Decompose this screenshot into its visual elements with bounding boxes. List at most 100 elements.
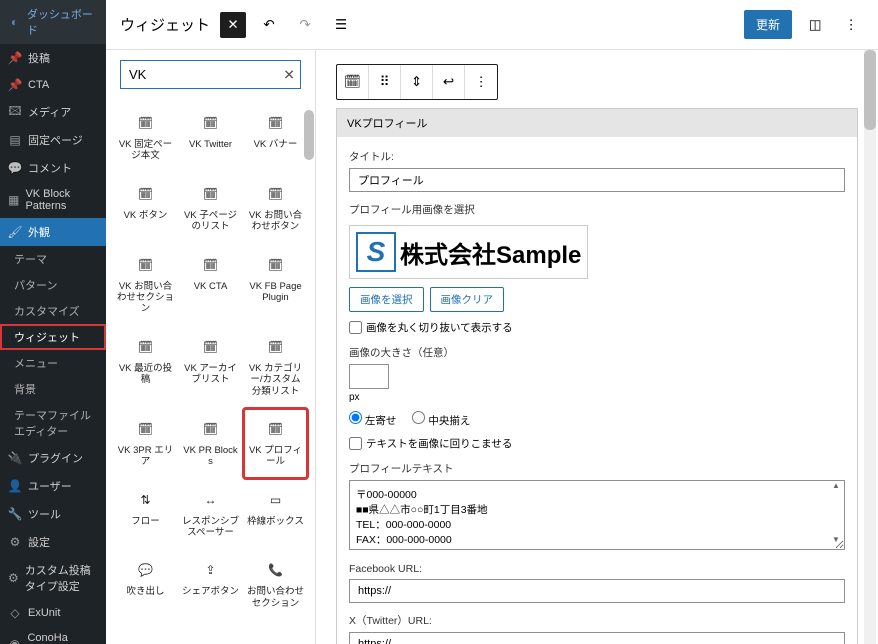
list-view-button[interactable]: ☰ bbox=[328, 12, 354, 38]
block-label: VK ボタン bbox=[124, 210, 168, 221]
twitter-url-input[interactable] bbox=[349, 632, 845, 644]
sidebar-sub-theme[interactable]: テーマ bbox=[0, 246, 106, 272]
textarea-scrollbar[interactable]: ▲▼ bbox=[829, 482, 843, 544]
grid-icon: ▦ bbox=[8, 193, 19, 207]
block-item[interactable]: ⇅フロー bbox=[114, 480, 177, 549]
align-center-radio[interactable] bbox=[412, 411, 425, 424]
block-inserter: ✕ 🗓VK 固定ページ本文🗓VK Twitter🗓VK バナー🗓VK ボタン🗓V… bbox=[106, 50, 316, 644]
block-label: VK FB Page Plugin bbox=[246, 281, 305, 304]
px-label: px bbox=[349, 392, 360, 403]
block-label: VK PR Blocks bbox=[181, 445, 240, 468]
sidebar-item-dashboard[interactable]: ◐ダッシュボード bbox=[0, 0, 106, 44]
round-image-checkbox[interactable] bbox=[349, 321, 362, 334]
select-image-button[interactable]: 画像を選択 bbox=[349, 287, 424, 312]
block-label: 枠線ボックス bbox=[247, 516, 304, 527]
sidebar-item-appearance[interactable]: 🖌外観 bbox=[0, 218, 106, 246]
clear-image-button[interactable]: 画像クリア bbox=[430, 287, 505, 312]
block-icon: 🗓 bbox=[201, 337, 221, 357]
scrollbar[interactable] bbox=[304, 110, 314, 160]
block-icon: ⇪ bbox=[201, 560, 221, 580]
block-label: VK アーカイブリスト bbox=[181, 363, 240, 386]
wrap-text-checkbox[interactable] bbox=[349, 437, 362, 450]
pin-icon: 📌 bbox=[8, 78, 22, 92]
close-inserter-button[interactable]: ✕ bbox=[220, 12, 246, 38]
block-item[interactable]: ↔レスポンシブスペーサー bbox=[179, 480, 242, 549]
block-item[interactable]: 🗓 VK プロフィール bbox=[244, 409, 307, 478]
sidebar-item-media[interactable]: 🖾メディア bbox=[0, 98, 106, 126]
pin-icon: 📌 bbox=[8, 51, 22, 65]
sidebar-item-cta[interactable]: 📌CTA bbox=[0, 72, 106, 98]
image-size-input[interactable] bbox=[349, 364, 389, 389]
sidebar-sub-pattern[interactable]: パターン bbox=[0, 272, 106, 298]
block-item[interactable]: 🗓VK カテゴリー/カスタム分類リスト bbox=[244, 327, 307, 407]
sidebar-item-plugins[interactable]: 🔌プラグイン bbox=[0, 444, 106, 472]
block-label: VK プロフィール bbox=[246, 445, 305, 468]
block-item[interactable]: 🗓VK お問い合わせボタン bbox=[244, 174, 307, 243]
sidebar-sub-bg[interactable]: 背景 bbox=[0, 376, 106, 402]
block-item[interactable]: 📞お問い合わせセクション bbox=[244, 550, 307, 619]
clear-search-icon[interactable]: ✕ bbox=[283, 66, 295, 83]
block-item[interactable]: ⇪シェアボタン bbox=[179, 550, 242, 619]
diamond-icon: ◇ bbox=[8, 606, 22, 620]
block-item[interactable]: 💬吹き出し bbox=[114, 550, 177, 619]
block-item[interactable]: 🗓VK FB Page Plugin bbox=[244, 245, 307, 325]
block-item[interactable]: 🗓VK 子ページのリスト bbox=[179, 174, 242, 243]
circle-icon: ◉ bbox=[8, 637, 21, 644]
block-item[interactable]: 🗓VK 3PR エリア bbox=[114, 409, 177, 478]
facebook-url-input[interactable] bbox=[349, 579, 845, 603]
block-label: VK 3PR エリア bbox=[116, 445, 175, 468]
update-button[interactable]: 更新 bbox=[744, 10, 792, 39]
sidebar-item-exunit[interactable]: ◇ExUnit bbox=[0, 600, 106, 626]
block-item[interactable]: 🗓 VK アーカイブリスト bbox=[179, 327, 242, 407]
transform-button[interactable]: ↩ bbox=[433, 65, 465, 99]
sidebar-item-cpt[interactable]: ⚙カスタム投稿タイプ設定 bbox=[0, 556, 106, 600]
main-area: ウィジェット ✕ ↶ ↷ ☰ 更新 ◫ ⋮ ✕ 🗓VK 固定ページ本文🗓VK T… bbox=[106, 0, 878, 644]
block-icon: 🗓 bbox=[136, 337, 156, 357]
block-item[interactable]: 🗓VK お問い合わせセクション bbox=[114, 245, 177, 325]
block-item[interactable]: 🗓VK CTA bbox=[179, 245, 242, 325]
redo-button[interactable]: ↷ bbox=[292, 12, 318, 38]
admin-sidebar: ◐ダッシュボード 📌投稿 📌CTA 🖾メディア ▤固定ページ 💬コメント ▦VK… bbox=[0, 0, 106, 644]
sidebar-item-tools[interactable]: 🔧ツール bbox=[0, 500, 106, 528]
block-item[interactable]: 🗓VK Twitter bbox=[179, 103, 242, 172]
title-label: タイトル: bbox=[349, 149, 845, 164]
block-item[interactable]: 🗓VK バナー bbox=[244, 103, 307, 172]
title-input[interactable] bbox=[349, 168, 845, 192]
editor-scrollbar[interactable] bbox=[864, 50, 876, 644]
sidebar-item-pages[interactable]: ▤固定ページ bbox=[0, 126, 106, 154]
block-label: お問い合わせセクション bbox=[246, 586, 305, 609]
move-button[interactable]: ⇕ bbox=[401, 65, 433, 99]
block-item[interactable]: 🗓VK 固定ページ本文 bbox=[114, 103, 177, 172]
sidebar-sub-widget[interactable]: ウィジェット bbox=[0, 324, 106, 350]
sidebar-item-comments[interactable]: 💬コメント bbox=[0, 154, 106, 182]
block-search-input[interactable] bbox=[120, 60, 301, 89]
block-label: 吹き出し bbox=[126, 586, 164, 597]
sidebar-item-conoha[interactable]: ◉ConoHa WING bbox=[0, 626, 106, 644]
sidebar-sub-customize[interactable]: カスタマイズ bbox=[0, 298, 106, 324]
sidebar-item-users[interactable]: 👤ユーザー bbox=[0, 472, 106, 500]
sidebar-item-settings[interactable]: ⚙設定 bbox=[0, 528, 106, 556]
profile-text-label: プロフィールテキスト bbox=[349, 461, 845, 476]
sidebar-sub-menu[interactable]: メニュー bbox=[0, 350, 106, 376]
block-item[interactable]: ▭枠線ボックス bbox=[244, 480, 307, 549]
block-label: VK 固定ページ本文 bbox=[116, 139, 175, 162]
undo-button[interactable]: ↶ bbox=[256, 12, 282, 38]
more-options-button[interactable]: ⋮ bbox=[838, 12, 864, 38]
profile-textarea[interactable] bbox=[349, 480, 845, 550]
gear-icon: ⚙ bbox=[8, 535, 22, 549]
block-item[interactable]: 🗓VK PR Blocks bbox=[179, 409, 242, 478]
sidebar-item-vkblock[interactable]: ▦VK Block Patterns bbox=[0, 182, 106, 218]
settings-panel-button[interactable]: ◫ bbox=[802, 12, 828, 38]
block-icon: 🗓 bbox=[266, 419, 286, 439]
block-icon: 🗓 bbox=[201, 113, 221, 133]
block-item[interactable]: 🗓VK 最近の投稿 bbox=[114, 327, 177, 407]
more-block-options-button[interactable]: ⋮ bbox=[465, 65, 497, 99]
drag-handle-button[interactable]: ⠿ bbox=[369, 65, 401, 99]
block-label: VK お問い合わせセクション bbox=[116, 281, 175, 315]
align-left-radio[interactable] bbox=[349, 411, 362, 424]
block-type-button[interactable]: 🗓 bbox=[337, 65, 369, 99]
sidebar-item-posts[interactable]: 📌投稿 bbox=[0, 44, 106, 72]
block-item[interactable]: 🗓VK ボタン bbox=[114, 174, 177, 243]
sample-logo-icon: S bbox=[356, 232, 396, 272]
sidebar-sub-editor[interactable]: テーマファイルエディター bbox=[0, 402, 106, 444]
